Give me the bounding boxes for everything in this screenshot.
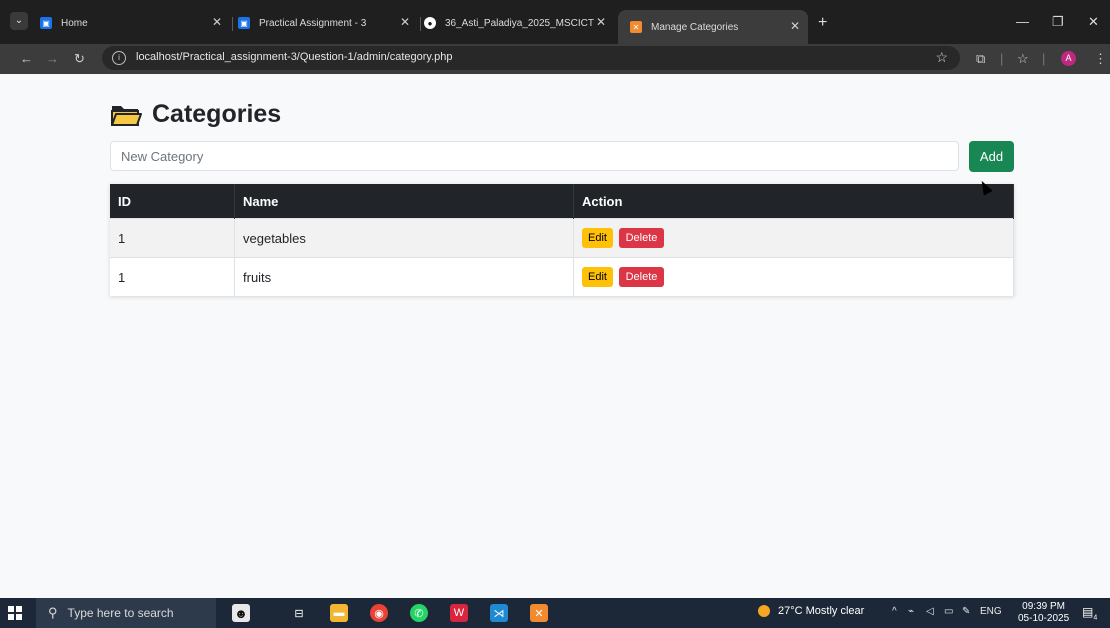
edit-button[interactable]: Edit xyxy=(582,267,613,287)
site-info-icon[interactable]: i xyxy=(112,51,126,65)
more-menu-icon[interactable]: ⋮ xyxy=(1094,51,1107,67)
delete-button[interactable]: Delete xyxy=(618,267,665,287)
column-header-name: Name xyxy=(234,184,574,219)
close-tab-icon[interactable]: ✕ xyxy=(212,15,222,29)
windows-start-icon[interactable] xyxy=(8,606,22,620)
xampp-favicon-icon: ✕ xyxy=(630,21,642,33)
bookmark-star-icon[interactable]: ☆ xyxy=(935,49,948,66)
notification-count: 4 xyxy=(1093,614,1098,622)
tab-practical-assignment[interactable]: ▣ Practical Assignment - 3 ✕ xyxy=(238,10,418,36)
profile-avatar[interactable]: A xyxy=(1061,51,1076,66)
close-tab-icon[interactable]: ✕ xyxy=(790,19,800,33)
file-explorer-icon[interactable]: ▬ xyxy=(330,604,348,622)
task-view-icon[interactable]: ⊟ xyxy=(290,604,308,622)
address-bar[interactable]: i localhost/Practical_assignment-3/Quest… xyxy=(102,46,960,70)
categories-table: ID Name Action 1 vegetables Edit Delete … xyxy=(110,184,1014,296)
vscode-icon[interactable]: ⋊ xyxy=(490,604,508,622)
tab-title: 36_Asti_Paladiya_2025_MSCICT xyxy=(445,17,594,29)
add-category-button[interactable]: Add xyxy=(969,141,1014,172)
tab-search-chevron-icon[interactable]: ⌄ xyxy=(10,12,28,30)
delete-button[interactable]: Delete xyxy=(618,228,665,248)
clock[interactable]: 09:39 PM 05-10-2025 xyxy=(1018,601,1069,625)
new-tab-plus-icon[interactable]: + xyxy=(818,14,827,32)
table-header-row: ID Name Action xyxy=(110,184,1014,219)
toolbar-divider: | xyxy=(1042,51,1046,66)
column-header-id: ID xyxy=(110,184,235,219)
close-window-icon[interactable]: ✕ xyxy=(1088,14,1099,30)
tab-home[interactable]: ▣ Home ✕ xyxy=(40,10,230,36)
cell-actions: Edit Delete xyxy=(573,218,1014,258)
clock-time: 09:39 PM xyxy=(1022,601,1065,612)
clock-date: 05-10-2025 xyxy=(1018,613,1070,624)
whatsapp-icon[interactable]: ✆ xyxy=(410,604,428,622)
tab-separator xyxy=(420,17,421,31)
extensions-icon[interactable]: ⧉ xyxy=(976,51,985,67)
edit-button[interactable]: Edit xyxy=(582,228,613,248)
tab-separator xyxy=(232,17,233,31)
back-arrow-icon[interactable]: ← xyxy=(20,51,33,66)
tab-title: Manage Categories xyxy=(651,21,739,33)
minimize-icon[interactable]: — xyxy=(1016,14,1029,29)
network-icon[interactable]: ⌁ xyxy=(908,606,914,617)
cell-id: 1 xyxy=(110,257,235,296)
notification-center-icon[interactable]: ▤4 xyxy=(1082,605,1097,621)
wps-office-icon[interactable]: W xyxy=(450,604,468,622)
table-row: 1 fruits Edit Delete xyxy=(110,257,1014,296)
cell-id: 1 xyxy=(110,218,235,258)
windows-taskbar: ⚲ Type here to search ☻ ⊟ ▬ ◉ ✆ W ⋊ ✕ 27… xyxy=(0,598,1110,628)
tab-title: Home xyxy=(61,17,88,29)
weather-moon-icon xyxy=(758,605,770,617)
browser-tab-strip: ⌄ ▣ Home ✕ ▣ Practical Assignment - 3 ✕ … xyxy=(0,0,1110,44)
reload-icon[interactable]: ↻ xyxy=(74,51,85,67)
tray-chevron-up-icon[interactable]: ^ xyxy=(892,606,897,617)
cell-actions: Edit Delete xyxy=(573,257,1014,296)
tab-title: Practical Assignment - 3 xyxy=(259,17,367,29)
forward-arrow-icon[interactable]: → xyxy=(46,51,59,66)
xampp-icon[interactable]: ✕ xyxy=(530,604,548,622)
url-text[interactable]: localhost/Practical_assignment-3/Questio… xyxy=(136,51,453,63)
cortana-mascot-icon[interactable]: ☻ xyxy=(232,604,250,622)
url-path: /Practical_assignment-3/Question-1/admin… xyxy=(179,51,453,63)
taskbar-search-box[interactable]: ⚲ Type here to search xyxy=(36,598,216,628)
chrome-icon[interactable]: ◉ xyxy=(370,604,388,622)
weather-text: 27°C Mostly clear xyxy=(778,605,865,617)
github-icon: ● xyxy=(424,17,436,29)
search-icon: ⚲ xyxy=(48,605,58,620)
column-header-action: Action xyxy=(573,184,1014,219)
new-category-input[interactable] xyxy=(110,141,959,171)
page-title: Categories xyxy=(110,100,281,129)
search-placeholder: Type here to search xyxy=(67,606,174,620)
assignment-favicon-icon: ▣ xyxy=(238,17,250,29)
home-favicon-icon: ▣ xyxy=(40,17,52,29)
restore-icon[interactable]: ❐ xyxy=(1052,14,1064,30)
close-tab-icon[interactable]: ✕ xyxy=(400,15,410,29)
pen-icon[interactable]: ✎ xyxy=(962,606,970,617)
cell-name: vegetables xyxy=(234,218,574,258)
language-indicator[interactable]: ENG xyxy=(980,606,1002,617)
favorites-icon[interactable]: ☆ xyxy=(1017,51,1029,67)
weather-widget[interactable]: 27°C Mostly clear xyxy=(758,605,864,617)
battery-icon[interactable]: ▭ xyxy=(944,606,953,617)
close-tab-icon[interactable]: ✕ xyxy=(596,15,606,29)
page-title-text: Categories xyxy=(152,100,282,128)
toolbar-divider: | xyxy=(1000,51,1004,66)
table-row: 1 vegetables Edit Delete xyxy=(110,218,1014,258)
open-folder-icon xyxy=(111,105,142,126)
page-content: Categories Add ID Name Action 1 vegetabl… xyxy=(0,74,1110,598)
tab-manage-categories[interactable]: ✕ Manage Categories ✕ xyxy=(618,10,808,44)
url-host: localhost xyxy=(136,51,180,63)
tab-github[interactable]: ● 36_Asti_Paladiya_2025_MSCICT ✕ xyxy=(424,10,614,36)
cell-name: fruits xyxy=(234,257,574,296)
volume-icon[interactable]: ◁ xyxy=(926,606,934,617)
